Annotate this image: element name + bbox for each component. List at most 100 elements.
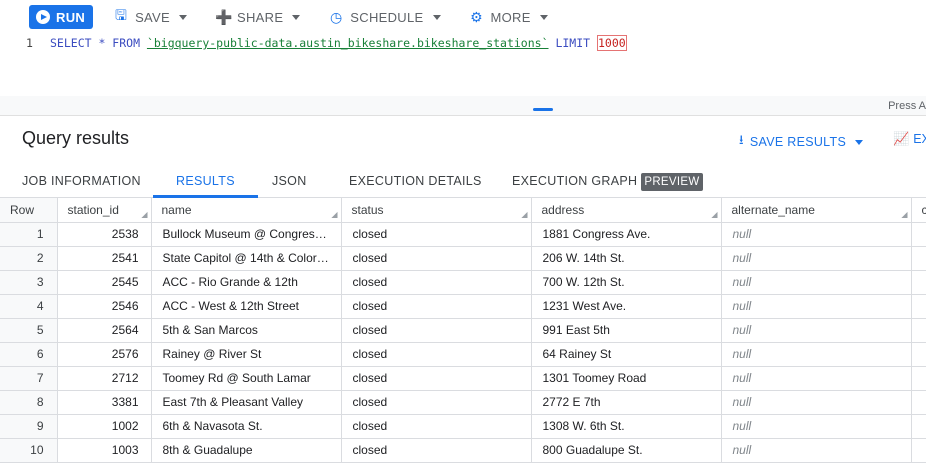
editor-footer: Press A — [0, 96, 926, 116]
alternate-name-cell[interactable]: null — [721, 342, 912, 367]
table-row[interactable]: 2 2541 State Capitol @ 14th & Colorado clos… — [0, 246, 926, 271]
station-id-cell[interactable]: 1002 — [57, 414, 152, 439]
resize-grip-icon[interactable]: ◢ — [331, 210, 337, 219]
limit-value: 1000 — [596, 35, 627, 51]
alternate-name-cell[interactable]: null — [721, 438, 912, 463]
station-id-cell[interactable]: 2712 — [57, 366, 152, 391]
name-cell[interactable]: 5th & San Marcos — [151, 318, 342, 343]
name-cell[interactable]: East 7th & Pleasant Valley — [151, 390, 342, 415]
table-row[interactable]: 8 3381 East 7th & Pleasant Valley closed 277… — [0, 390, 926, 415]
tab-execution-details[interactable]: EXECUTION DETAILS — [349, 166, 482, 198]
name-cell[interactable]: State Capitol @ 14th & Colorado — [151, 246, 342, 271]
table-row[interactable]: 10 1003 8th & Guadalupe closed 800 Guadalupe… — [0, 438, 926, 463]
station-id-cell[interactable]: 2541 — [57, 246, 152, 271]
overflow-cell — [911, 246, 926, 271]
name-cell[interactable]: ACC - Rio Grande & 12th — [151, 270, 342, 295]
column-header-alternate-name[interactable]: alternate_name ◢ — [721, 198, 912, 223]
row-number-cell: 8 — [0, 390, 58, 415]
address-cell[interactable]: 1881 Congress Ave. — [531, 222, 722, 247]
share-button[interactable]: ➕ SHARE — [215, 5, 301, 29]
schedule-button[interactable]: ◷ SCHEDULE — [328, 5, 441, 29]
station-id-cell[interactable]: 2538 — [57, 222, 152, 247]
alternate-name-cell[interactable]: null — [721, 270, 912, 295]
resize-grip-icon[interactable]: ◢ — [711, 210, 717, 219]
tab-execution-graph[interactable]: EXECUTION GRAPH PREVIEW — [512, 166, 703, 198]
tab-results[interactable]: RESULTS — [153, 166, 258, 198]
overflow-cell — [911, 438, 926, 463]
row-number-cell: 7 — [0, 366, 58, 391]
status-cell[interactable]: closed — [341, 390, 532, 415]
more-button[interactable]: ⚙ MORE — [469, 5, 548, 29]
table-row[interactable]: 6 2576 Rainey @ River St closed 64 Rainey St… — [0, 342, 926, 367]
alternate-name-cell[interactable]: null — [721, 318, 912, 343]
alternate-name-cell[interactable]: null — [721, 390, 912, 415]
name-cell[interactable]: Rainey @ River St — [151, 342, 342, 367]
save-button[interactable]: 🖫 SAVE — [113, 5, 187, 29]
column-header-address[interactable]: address ◢ — [531, 198, 722, 223]
chevron-down-icon — [292, 14, 301, 20]
table-row[interactable]: 3 2545 ACC - Rio Grande & 12th closed 700 W.… — [0, 270, 926, 295]
table-header-row: Row station_id ◢ name ◢ status ◢ address ◢ a… — [0, 198, 926, 223]
column-header-name[interactable]: name ◢ — [151, 198, 342, 223]
name-cell[interactable]: 8th & Guadalupe — [151, 438, 342, 463]
table-row[interactable]: 9 1002 6th & Navasota St. closed 1308 W. 6th… — [0, 414, 926, 439]
address-cell[interactable]: 700 W. 12th St. — [531, 270, 722, 295]
station-id-cell[interactable]: 3381 — [57, 390, 152, 415]
sql-editor[interactable]: 1 SELECT * FROM `bigquery-public-data.au… — [0, 34, 926, 96]
status-cell[interactable]: closed — [341, 246, 532, 271]
overflow-cell — [911, 294, 926, 319]
status-cell[interactable]: closed — [341, 222, 532, 247]
status-cell[interactable]: closed — [341, 438, 532, 463]
run-button[interactable]: RUN — [29, 5, 94, 29]
resize-grip-icon[interactable]: ◢ — [141, 210, 147, 219]
table-row[interactable]: 1 2538 Bullock Museum @ Congress & MLK clos… — [0, 222, 926, 247]
address-cell[interactable]: 1308 W. 6th St. — [531, 414, 722, 439]
table-row[interactable]: 4 2546 ACC - West & 12th Street closed 1231 … — [0, 294, 926, 319]
name-cell[interactable]: 6th & Navasota St. — [151, 414, 342, 439]
name-cell[interactable]: ACC - West & 12th Street — [151, 294, 342, 319]
alternate-name-cell[interactable]: null — [721, 366, 912, 391]
column-header-status[interactable]: status ◢ — [341, 198, 532, 223]
status-cell[interactable]: closed — [341, 342, 532, 367]
name-cell[interactable]: Bullock Museum @ Congress & MLK — [151, 222, 342, 247]
station-id-cell[interactable]: 2564 — [57, 318, 152, 343]
resize-grip-icon[interactable]: ◢ — [901, 210, 907, 219]
station-id-cell[interactable]: 1003 — [57, 438, 152, 463]
status-cell[interactable]: closed — [341, 414, 532, 439]
station-id-cell[interactable]: 2576 — [57, 342, 152, 367]
alternate-name-cell[interactable]: null — [721, 294, 912, 319]
status-cell[interactable]: closed — [341, 294, 532, 319]
station-id-cell[interactable]: 2546 — [57, 294, 152, 319]
share-label: SHARE — [237, 9, 284, 25]
status-cell[interactable]: closed — [341, 318, 532, 343]
station-id-cell[interactable]: 2545 — [57, 270, 152, 295]
table-row[interactable]: 5 2564 5th & San Marcos closed 991 East 5th n… — [0, 318, 926, 343]
address-cell[interactable]: 991 East 5th — [531, 318, 722, 343]
status-cell[interactable]: closed — [341, 270, 532, 295]
address-cell[interactable]: 2772 E 7th — [531, 390, 722, 415]
status-cell[interactable]: closed — [341, 366, 532, 391]
address-cell[interactable]: 64 Rainey St — [531, 342, 722, 367]
resize-grip-icon[interactable]: ◢ — [521, 210, 527, 219]
query-text[interactable]: SELECT * FROM `bigquery-public-data.aust… — [50, 35, 627, 51]
save-results-button[interactable]: ⭳ SAVE RESULTS — [739, 131, 864, 153]
alternate-name-cell[interactable]: null — [721, 414, 912, 439]
alternate-name-cell[interactable]: null — [721, 246, 912, 271]
column-header-partial[interactable]: c — [911, 198, 926, 223]
tab-job-information[interactable]: JOB INFORMATION — [22, 166, 141, 198]
name-cell[interactable]: Toomey Rd @ South Lamar — [151, 366, 342, 391]
address-cell[interactable]: 206 W. 14th St. — [531, 246, 722, 271]
tab-json[interactable]: JSON — [272, 166, 307, 198]
more-label: MORE — [490, 9, 531, 25]
table-reference[interactable]: `bigquery-public-data.austin_bikeshare.b… — [147, 36, 549, 50]
column-header-label: alternate_name — [731, 202, 815, 217]
query-limit-keyword: LIMIT — [548, 36, 597, 50]
address-cell[interactable]: 1231 West Ave. — [531, 294, 722, 319]
column-header-station-id[interactable]: station_id ◢ — [57, 198, 152, 223]
address-cell[interactable]: 1301 Toomey Road — [531, 366, 722, 391]
table-row[interactable]: 7 2712 Toomey Rd @ South Lamar closed 1301 T… — [0, 366, 926, 391]
resize-handle[interactable] — [533, 108, 553, 111]
explore-data-button[interactable]: 📈 EX — [893, 131, 926, 147]
address-cell[interactable]: 800 Guadalupe St. — [531, 438, 722, 463]
alternate-name-cell[interactable]: null — [721, 222, 912, 247]
